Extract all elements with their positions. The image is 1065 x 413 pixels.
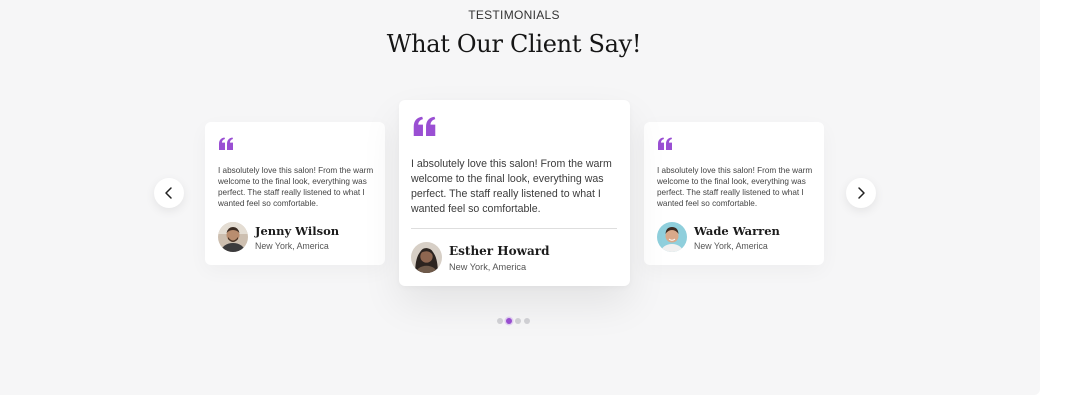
carousel-next-button[interactable] <box>846 178 876 208</box>
testimonial-location: New York, America <box>449 262 527 272</box>
chevron-right-icon <box>858 187 865 199</box>
pagination-dot-2[interactable] <box>506 318 512 324</box>
pagination-dot-3[interactable] <box>515 318 521 324</box>
section-eyebrow: TESTIMONIALS <box>468 8 560 22</box>
testimonial-quote: I absolutely love this salon! From the w… <box>218 166 374 208</box>
testimonial-name: Jenny Wilson <box>255 224 340 238</box>
card-divider <box>411 228 617 229</box>
testimonials-section: TESTIMONIALS What Our Client Say! I abso… <box>0 0 1040 395</box>
testimonial-name: Wade Warren <box>694 224 780 238</box>
avatar <box>218 222 248 252</box>
carousel-prev-button[interactable] <box>154 178 184 208</box>
testimonial-location: New York, America <box>694 241 768 251</box>
testimonial-name: Esther Howard <box>449 244 550 258</box>
quote-icon <box>218 137 234 150</box>
chevron-left-icon <box>165 187 172 199</box>
testimonial-card-active: I absolutely love this salon! From the w… <box>399 100 630 286</box>
testimonial-card: I absolutely love this salon! From the w… <box>644 122 824 265</box>
testimonial-quote: I absolutely love this salon! From the w… <box>657 166 813 208</box>
testimonial-location: New York, America <box>255 241 329 251</box>
quote-icon <box>412 116 437 136</box>
quote-icon <box>657 137 673 150</box>
testimonial-quote: I absolutely love this salon! From the w… <box>411 158 612 215</box>
carousel-pagination <box>497 318 530 324</box>
section-heading: What Our Client Say! <box>386 30 642 58</box>
pagination-dot-1[interactable] <box>497 318 503 324</box>
avatar <box>411 242 442 273</box>
avatar <box>657 222 687 252</box>
testimonial-card: I absolutely love this salon! From the w… <box>205 122 385 265</box>
pagination-dot-4[interactable] <box>524 318 530 324</box>
